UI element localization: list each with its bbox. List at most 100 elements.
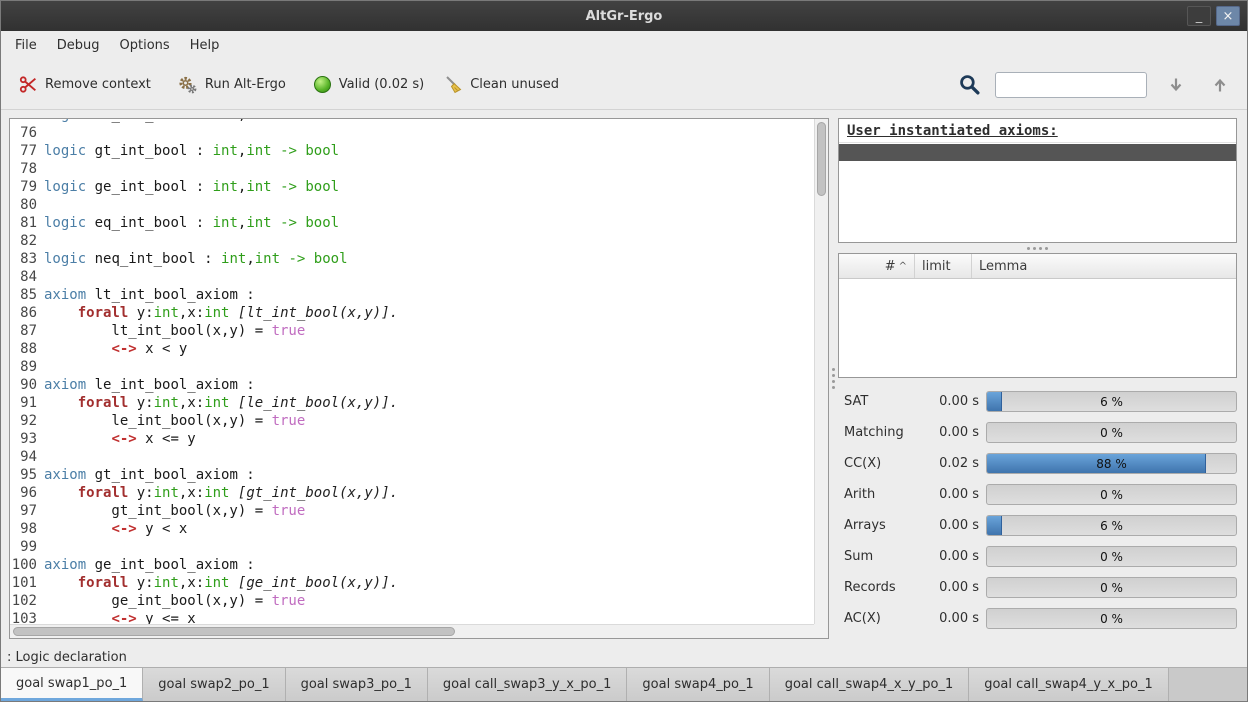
lemma-table-header: # ^ limit Lemma [839,254,1236,279]
search-previous-button[interactable] [1205,70,1235,100]
tab-goal-call-swap4-y-x-po-1[interactable]: goal call_swap4_y_x_po_1 [969,668,1169,701]
code-line: 79logic ge_int_bool : int,int -> bool [10,178,814,196]
stat-label: Sum [844,549,920,564]
code-text: forall y:int,x:int [lt_int_bool(x,y)]. [44,304,398,322]
horizontal-scroll-thumb[interactable] [13,627,455,636]
code-text: le_int_bool(x,y) = true [44,412,305,430]
tab-goal-swap4-po-1[interactable]: goal swap4_po_1 [627,668,769,701]
line-number: 101 [10,574,44,592]
tab-goal-call-swap3-y-x-po-1[interactable]: goal call_swap3_y_x_po_1 [428,668,628,701]
title-bar[interactable]: AltGr-Ergo _ × [1,1,1247,31]
horizontal-splitter[interactable] [838,243,1237,253]
stat-row: AC(X)0.00 s0 % [838,603,1237,634]
code-text: <-> x <= y [44,430,196,448]
code-line: 83logic neq_int_bool : int,int -> bool [10,250,814,268]
line-number: 90 [10,376,44,394]
code-line: 81logic eq_int_bool : int,int -> bool [10,214,814,232]
stat-label: Matching [844,425,920,440]
line-number: 96 [10,484,44,502]
code-text: logic eq_int_bool : int,int -> bool [44,214,339,232]
stat-label: CC(X) [844,456,920,471]
progress-bar: 0 % [986,608,1237,629]
goal-tab-bar: goal swap1_po_1goal swap2_po_1goal swap3… [1,667,1247,701]
search-next-button[interactable] [1161,70,1191,100]
stat-row: SAT0.00 s6 % [838,386,1237,417]
code-line: 97 gt_int_bool(x,y) = true [10,502,814,520]
line-number: 82 [10,232,44,250]
horizontal-scrollbar[interactable] [10,624,814,638]
progress-percent-label: 0 % [987,578,1236,597]
tab-goal-swap1-po-1[interactable]: goal swap1_po_1 [1,668,143,701]
menu-help[interactable]: Help [180,33,230,58]
code-text: axiom gt_int_bool_axiom : [44,466,255,484]
stat-time: 0.00 s [927,580,979,595]
clean-unused-button[interactable]: Clean unused [438,69,565,100]
stat-time: 0.00 s [927,487,979,502]
code-text: <-> y < x [44,520,187,538]
line-number: 87 [10,322,44,340]
column-header-limit[interactable]: limit [915,254,972,278]
stat-label: Arrays [844,518,920,533]
code-line: 80 [10,196,814,214]
code-text: axiom le_int_bool_axiom : [44,376,255,394]
main-area: 75logic le_int_bool : int,int -> bool767… [1,110,1247,647]
code-line: 91 forall y:int,x:int [le_int_bool(x,y)]… [10,394,814,412]
menu-debug[interactable]: Debug [47,33,110,58]
line-number: 92 [10,412,44,430]
code-line: 93 <-> x <= y [10,430,814,448]
column-header-lemma[interactable]: Lemma [972,254,1236,278]
progress-bar: 0 % [986,484,1237,505]
menu-file[interactable]: File [5,33,47,58]
vertical-scrollbar[interactable] [814,119,828,624]
minimize-button[interactable]: _ [1187,6,1211,26]
code-text: forall y:int,x:int [ge_int_bool(x,y)]. [44,574,398,592]
vertical-scroll-thumb[interactable] [817,122,826,196]
stat-label: SAT [844,394,920,409]
code-line: 95axiom gt_int_bool_axiom : [10,466,814,484]
run-alt-ergo-button[interactable]: Run Alt-Ergo [171,69,292,101]
close-button[interactable]: × [1216,6,1240,26]
right-panel: User instantiated axioms: # ^ limit Lemm… [838,118,1239,639]
tab-goal-swap2-po-1[interactable]: goal swap2_po_1 [143,668,285,701]
tab-goal-call-swap4-x-y-po-1[interactable]: goal call_swap4_x_y_po_1 [770,668,970,701]
toolbar: Remove context Run Alt-Ergo Val [1,60,1247,110]
remove-context-button[interactable]: Remove context [13,69,157,100]
code-line: 99 [10,538,814,556]
altgr-ergo-window: AltGr-Ergo _ × FileDebugOptionsHelp Remo… [0,0,1248,702]
axioms-list-selection[interactable] [839,144,1236,161]
code-line: 87 lt_int_bool(x,y) = true [10,322,814,340]
code-text: axiom ge_int_bool_axiom : [44,556,255,574]
progress-bar: 88 % [986,453,1237,474]
code-viewport[interactable]: 75logic le_int_bool : int,int -> bool767… [10,119,814,624]
line-number: 77 [10,142,44,160]
clean-unused-label: Clean unused [470,77,559,92]
column-header-number[interactable]: # ^ [839,254,915,278]
remove-context-label: Remove context [45,77,151,92]
search-input[interactable] [995,72,1147,98]
code-line: 88 <-> x < y [10,340,814,358]
line-number: 97 [10,502,44,520]
progress-percent-label: 6 % [987,392,1236,411]
scrollbar-corner [814,624,828,638]
stat-row: Arith0.00 s0 % [838,479,1237,510]
menu-options[interactable]: Options [110,33,180,58]
line-number: 100 [10,556,44,574]
progress-bar: 0 % [986,577,1237,598]
tab-goal-swap3-po-1[interactable]: goal swap3_po_1 [286,668,428,701]
code-line: 90axiom le_int_bool_axiom : [10,376,814,394]
stat-row: Sum0.00 s0 % [838,541,1237,572]
code-line: 82 [10,232,814,250]
code-line: 94 [10,448,814,466]
code-line: 85axiom lt_int_bool_axiom : [10,286,814,304]
search-icon [958,73,981,96]
valid-status-label: Valid (0.02 s) [339,77,424,92]
vertical-splitter[interactable] [829,118,838,639]
gears-icon [177,75,198,95]
line-number: 84 [10,268,44,286]
code-line: 100axiom ge_int_bool_axiom : [10,556,814,574]
code-line: 96 forall y:int,x:int [gt_int_bool(x,y)]… [10,484,814,502]
line-number: 103 [10,610,44,624]
line-number: 99 [10,538,44,556]
progress-percent-label: 0 % [987,423,1236,442]
statistics-panel: SAT0.00 s6 %Matching0.00 s0 %CC(X)0.02 s… [838,386,1237,634]
